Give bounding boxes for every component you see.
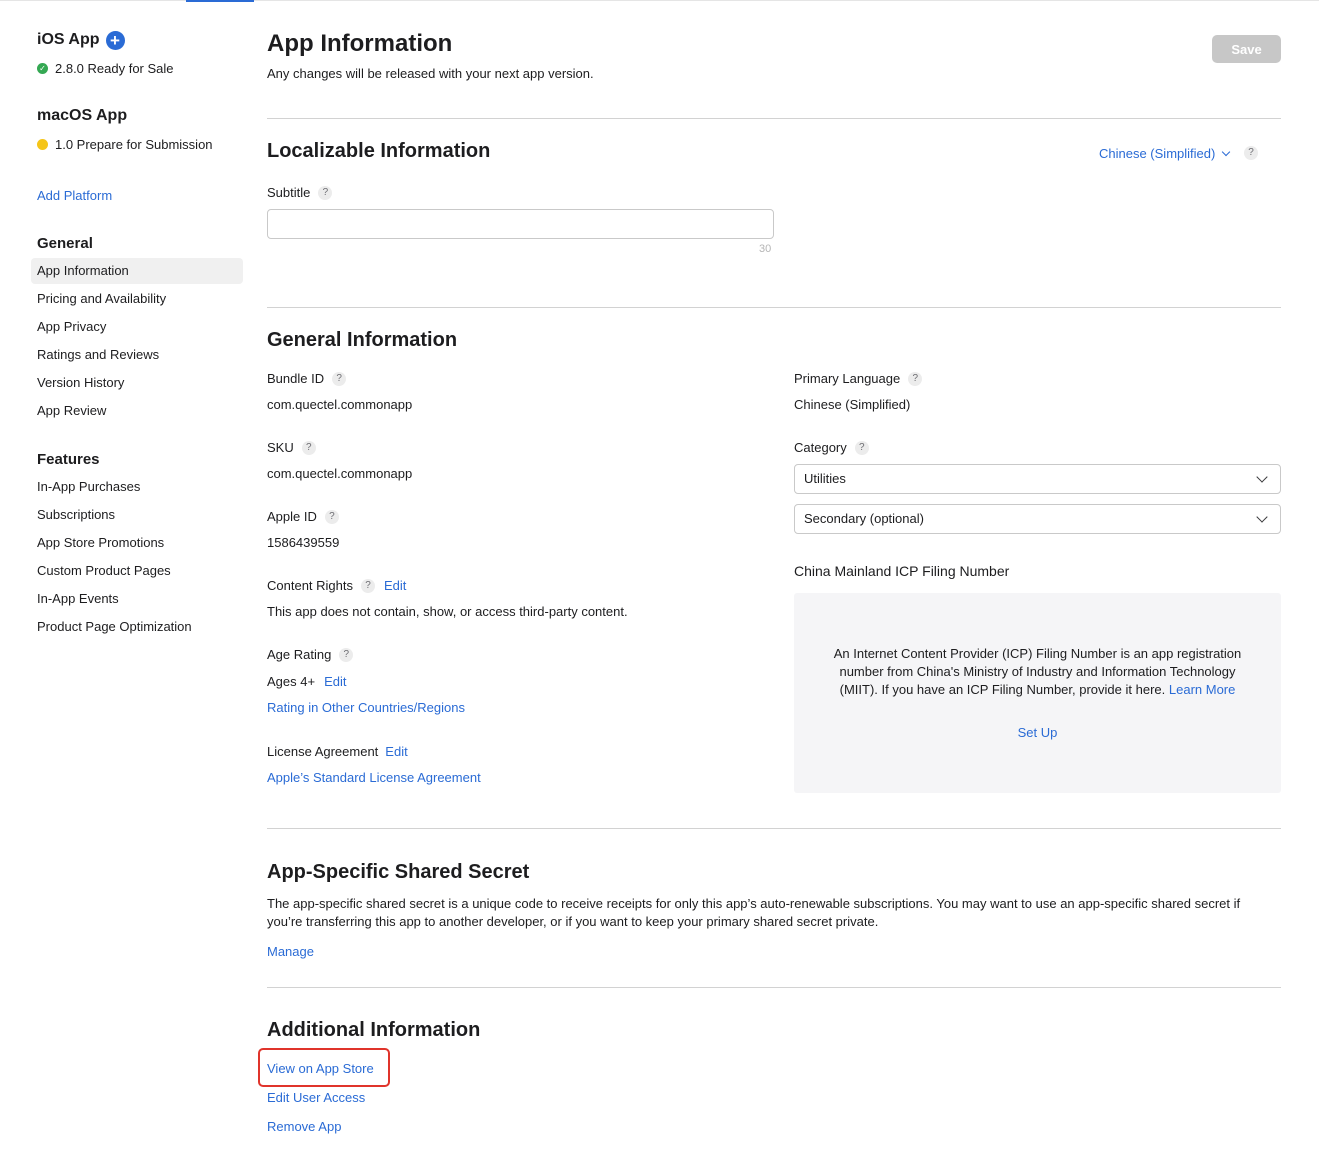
sidebar-item-version-history[interactable]: Version History bbox=[31, 370, 243, 396]
remove-app-link[interactable]: Remove App bbox=[267, 1119, 341, 1134]
sidebar-item-app-store-promotions[interactable]: App Store Promotions bbox=[31, 530, 243, 556]
sidebar-heading-features: Features bbox=[37, 451, 100, 468]
sku-label: SKU? bbox=[267, 440, 316, 455]
add-platform-link[interactable]: Add Platform bbox=[37, 188, 112, 203]
primary-language-label-text: Primary Language bbox=[794, 371, 901, 386]
add-version-icon[interactable]: + bbox=[105, 31, 125, 50]
save-button[interactable]: Save bbox=[1212, 35, 1281, 63]
platform-title-ios-label: iOS App bbox=[37, 31, 100, 48]
apple-id-label: Apple ID? bbox=[267, 509, 339, 524]
platform-title-macos-label: macOS App bbox=[37, 107, 128, 124]
platform-status-macos-label: 1.0 Prepare for Submission bbox=[55, 137, 213, 152]
apple-id-value: 1586439559 bbox=[267, 535, 340, 550]
divider bbox=[267, 987, 1281, 988]
sidebar-item-pricing-and-availability[interactable]: Pricing and Availability bbox=[31, 286, 243, 312]
icp-setup-row: Set Up bbox=[794, 724, 1281, 742]
sidebar-item-ratings-and-reviews[interactable]: Ratings and Reviews bbox=[31, 342, 243, 368]
bundle-id-value: com.quectel.commonapp bbox=[267, 397, 413, 412]
platform-title-macos[interactable]: macOS App bbox=[37, 107, 127, 125]
page-title: App Information bbox=[267, 30, 453, 57]
ready-status-icon: ✓ bbox=[37, 63, 48, 74]
icp-description: An Internet Content Provider (ICP) Filin… bbox=[819, 645, 1256, 699]
shared-secret-title: App-Specific Shared Secret bbox=[267, 861, 530, 883]
shared-secret-description: The app-specific shared secret is a uniq… bbox=[267, 896, 1241, 929]
localizable-information-title: Localizable Information bbox=[267, 140, 491, 162]
chevron-down-icon bbox=[1256, 511, 1268, 523]
sidebar-item-app-privacy[interactable]: App Privacy bbox=[31, 314, 243, 340]
content-rights-help-icon[interactable]: ? bbox=[361, 578, 375, 593]
chevron-down-icon bbox=[1222, 147, 1231, 156]
divider bbox=[267, 307, 1281, 308]
secondary-category-select[interactable]: Secondary (optional) bbox=[794, 504, 1281, 534]
sidebar-item-product-page-optimization[interactable]: Product Page Optimization bbox=[31, 614, 243, 640]
subtitle-input[interactable] bbox=[267, 209, 774, 239]
divider bbox=[267, 828, 1281, 829]
subtitle-help-icon[interactable]: ? bbox=[318, 185, 333, 200]
platform-status-ios-label: 2.8.0 Ready for Sale bbox=[55, 61, 174, 76]
sidebar-item-custom-product-pages[interactable]: Custom Product Pages bbox=[31, 558, 243, 584]
platform-status-ios[interactable]: ✓ 2.8.0 Ready for Sale bbox=[37, 61, 174, 76]
icp-learn-more-link[interactable]: Learn More bbox=[1169, 682, 1235, 697]
language-selector-label: Chinese (Simplified) bbox=[1099, 146, 1216, 161]
icp-filing-panel: An Internet Content Provider (ICP) Filin… bbox=[794, 593, 1281, 793]
sidebar-item-subscriptions[interactable]: Subscriptions bbox=[31, 502, 243, 528]
age-rating-value-row: Ages 4+ Edit bbox=[267, 674, 346, 689]
icp-title: China Mainland ICP Filing Number bbox=[794, 563, 1010, 579]
subtitle-char-counter: 30 bbox=[759, 243, 772, 255]
subtitle-label: Subtitle? bbox=[267, 185, 333, 200]
bundle-id-label: Bundle ID? bbox=[267, 371, 347, 386]
content-rights-label-text: Content Rights bbox=[267, 578, 353, 593]
subtitle-label-text: Subtitle bbox=[267, 185, 311, 200]
sidebar: iOS App + ✓ 2.8.0 Ready for Sale macOS Ap… bbox=[0, 0, 250, 1167]
sidebar-heading-general: General bbox=[37, 235, 93, 252]
page-subtitle: Any changes will be released with your n… bbox=[267, 66, 594, 81]
secondary-category-value: Secondary (optional) bbox=[804, 511, 924, 526]
bundle-id-label-text: Bundle ID bbox=[267, 371, 325, 386]
category-help-icon[interactable]: ? bbox=[854, 440, 869, 455]
edit-user-access-link[interactable]: Edit User Access bbox=[267, 1090, 365, 1105]
content-rights-value: This app does not contain, show, or acce… bbox=[267, 604, 628, 619]
sidebar-item-in-app-events[interactable]: In-App Events bbox=[31, 586, 243, 612]
sku-value: com.quectel.commonapp bbox=[267, 466, 413, 481]
primary-language-value: Chinese (Simplified) bbox=[794, 397, 911, 412]
content-rights-label: Content Rights? Edit bbox=[267, 578, 406, 593]
view-on-app-store-link[interactable]: View on App Store bbox=[267, 1061, 374, 1076]
additional-information-title: Additional Information bbox=[267, 1019, 481, 1041]
age-rating-value: Ages 4+ bbox=[267, 674, 316, 689]
age-rating-help-icon[interactable]: ? bbox=[339, 647, 354, 662]
chevron-down-icon bbox=[1256, 471, 1268, 483]
age-rating-edit-link[interactable]: Edit bbox=[324, 674, 346, 689]
age-rating-label: Age Rating? bbox=[267, 647, 354, 662]
primary-category-value: Utilities bbox=[804, 471, 846, 486]
apple-id-label-text: Apple ID bbox=[267, 509, 317, 524]
icp-setup-link[interactable]: Set Up bbox=[1018, 725, 1058, 740]
age-rating-label-text: Age Rating bbox=[267, 647, 332, 662]
language-help-icon[interactable]: ? bbox=[1244, 146, 1258, 160]
primary-language-label: Primary Language? bbox=[794, 371, 923, 386]
category-label-text: Category bbox=[794, 440, 847, 455]
language-selector[interactable]: Chinese (Simplified) bbox=[1099, 146, 1231, 161]
sku-label-text: SKU bbox=[267, 440, 294, 455]
license-agreement-label: License Agreement Edit bbox=[267, 744, 408, 759]
bundle-id-help-icon[interactable]: ? bbox=[332, 371, 347, 386]
license-agreement-label-text: License Agreement bbox=[267, 744, 379, 759]
platform-title-ios[interactable]: iOS App + bbox=[37, 31, 125, 50]
sidebar-item-app-review[interactable]: App Review bbox=[31, 398, 243, 424]
general-information-title: General Information bbox=[267, 329, 458, 351]
primary-language-help-icon[interactable]: ? bbox=[908, 371, 923, 386]
apple-id-help-icon[interactable]: ? bbox=[324, 509, 339, 524]
content-rights-edit-link[interactable]: Edit bbox=[384, 578, 406, 593]
rating-other-regions-link[interactable]: Rating in Other Countries/Regions bbox=[267, 700, 465, 715]
platform-status-macos[interactable]: 1.0 Prepare for Submission bbox=[37, 137, 213, 152]
sku-help-icon[interactable]: ? bbox=[301, 440, 316, 455]
divider bbox=[267, 118, 1281, 119]
license-edit-link[interactable]: Edit bbox=[385, 744, 407, 759]
category-label: Category? bbox=[794, 440, 869, 455]
pending-status-icon bbox=[37, 139, 48, 150]
sidebar-item-in-app-purchases[interactable]: In-App Purchases bbox=[31, 474, 243, 500]
sidebar-item-app-information[interactable]: App Information bbox=[31, 258, 243, 284]
standard-license-link[interactable]: Apple’s Standard License Agreement bbox=[267, 770, 481, 785]
primary-category-select[interactable]: Utilities bbox=[794, 464, 1281, 494]
manage-shared-secret-link[interactable]: Manage bbox=[267, 944, 314, 959]
